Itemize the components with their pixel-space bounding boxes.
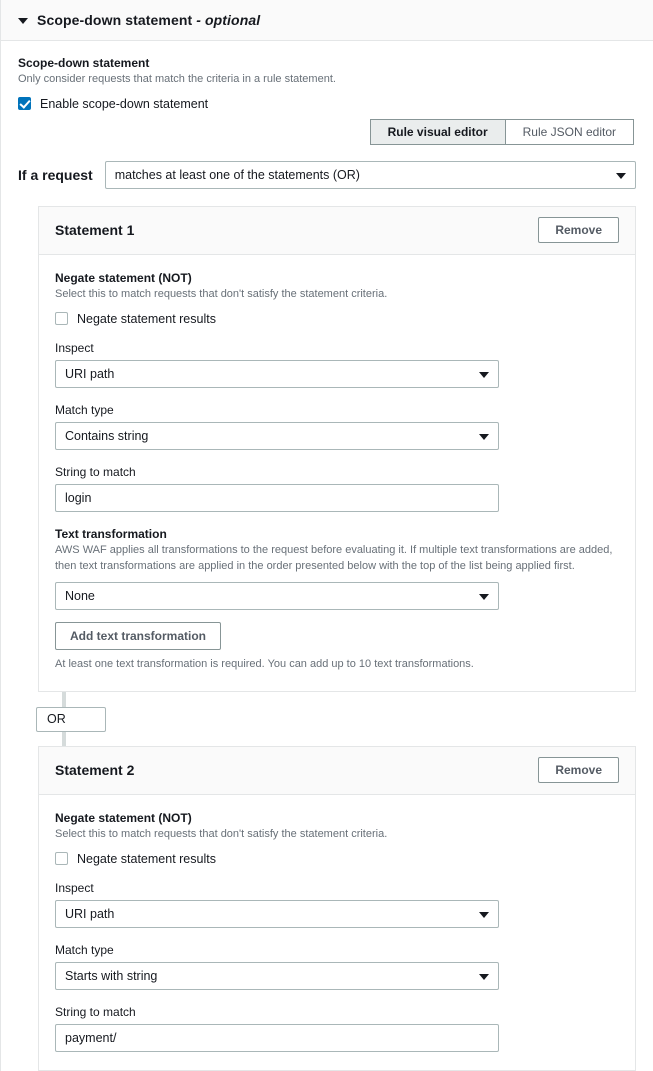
string-to-match-input-1[interactable]: login [55, 483, 499, 512]
statement-connector-or: OR [36, 691, 636, 747]
tab-rule-visual-editor[interactable]: Rule visual editor [369, 118, 506, 145]
negate-checkbox-label-2: Negate statement results [77, 851, 216, 866]
string-to-match-label-1: String to match [55, 464, 136, 479]
match-type-label-1: Match type [55, 402, 114, 417]
enable-scope-down-checkbox[interactable] [18, 97, 31, 111]
negate-description-1: Select this to match requests that don't… [55, 287, 388, 300]
chevron-down-icon [479, 973, 489, 980]
inspect-select-1[interactable]: URI path [55, 359, 499, 388]
negate-statement-checkbox-1[interactable] [55, 312, 68, 326]
string-to-match-group-2: String to match payment/ [55, 1005, 619, 1052]
statement-1-card-inner: Statement 1 Remove Negate statement (NOT… [38, 205, 636, 692]
inspect-select-2[interactable]: URI path [55, 899, 499, 928]
match-type-label-2: Match type [55, 942, 114, 957]
match-type-select-2[interactable]: Starts with string [55, 961, 499, 990]
statement-card-2: Statement 2 Remove Negate statement (NOT… [18, 745, 636, 1071]
negate-group-2: Negate statement (NOT) Select this to ma… [55, 811, 619, 866]
match-type-group-2: Match type Starts with string [55, 943, 619, 990]
chevron-down-icon[interactable] [18, 17, 28, 24]
chevron-down-icon [479, 593, 489, 600]
statement-2-card-inner: Statement 2 Remove Negate statement (NOT… [38, 745, 636, 1071]
enable-scope-down-label: Enable scope-down statement [40, 96, 209, 111]
inspect-label-1: Inspect [55, 340, 94, 355]
remove-statement-1-button[interactable]: Remove [538, 217, 619, 244]
negate-checkbox-row-2[interactable]: Negate statement results [55, 852, 619, 866]
section-title-text: Scope-down statement [37, 12, 193, 28]
text-transformation-group-1: Text transformation AWS WAF applies all … [55, 527, 619, 673]
tab-rule-json-editor[interactable]: Rule JSON editor [505, 118, 634, 145]
section-header[interactable]: Scope-down statement - optional [1, 0, 653, 41]
remove-statement-2-button[interactable]: Remove [538, 757, 619, 784]
match-type-group-1: Match type Contains string [55, 403, 619, 450]
chevron-down-icon [479, 371, 489, 378]
negate-statement-checkbox-2[interactable] [55, 852, 68, 866]
add-text-transformation-button[interactable]: Add text transformation [55, 621, 222, 650]
string-to-match-group-1: String to match login [55, 465, 619, 512]
or-operator-badge[interactable]: OR [36, 706, 106, 732]
inspect-group-1: Inspect URI path [55, 341, 619, 388]
text-transformation-select-1[interactable]: None [55, 581, 499, 610]
match-type-select-1[interactable]: Contains string [55, 421, 499, 450]
statement-2-body: Negate statement (NOT) Select this to ma… [39, 795, 635, 1070]
negate-label-1: Negate statement (NOT) [55, 270, 192, 285]
scope-down-field: Scope-down statement Only consider reque… [18, 56, 636, 111]
string-to-match-label-2: String to match [55, 1004, 136, 1019]
inspect-value-1: URI path [65, 366, 115, 381]
if-a-request-select[interactable]: matches at least one of the statements (… [104, 160, 636, 189]
text-transformation-footnote-1: At least one text transformation is requ… [55, 657, 474, 670]
inspect-value-2: URI path [65, 906, 115, 921]
inspect-group-2: Inspect URI path [55, 881, 619, 928]
statement-2-title: Statement 2 [55, 762, 135, 779]
statement-card-1: Statement 1 Remove Negate statement (NOT… [18, 205, 636, 692]
panel-body: Scope-down statement Only consider reque… [1, 41, 653, 1071]
statement-2-header: Statement 2 Remove [39, 746, 635, 795]
chevron-down-icon [616, 172, 626, 179]
scope-down-label: Scope-down statement [18, 56, 150, 70]
scope-down-statement-panel: Scope-down statement - optional Scope-do… [0, 0, 653, 1071]
if-a-request-row: If a request matches at least one of the… [18, 160, 636, 189]
chevron-down-icon [479, 433, 489, 440]
match-type-value-2: Starts with string [65, 968, 158, 983]
negate-description-2: Select this to match requests that don't… [55, 827, 388, 840]
statement-1-header: Statement 1 Remove [39, 206, 635, 255]
negate-checkbox-row-1[interactable]: Negate statement results [55, 312, 619, 326]
negate-label-2: Negate statement (NOT) [55, 810, 192, 825]
string-to-match-input-2[interactable]: payment/ [55, 1023, 499, 1052]
scope-down-description: Only consider requests that match the cr… [18, 73, 336, 85]
editor-mode-toggle[interactable]: Rule visual editor Rule JSON editor [18, 118, 634, 145]
if-a-request-label: If a request [18, 166, 93, 183]
negate-group-1: Negate statement (NOT) Select this to ma… [55, 271, 619, 326]
statement-1-title: Statement 1 [55, 222, 135, 239]
enable-scope-down-checkbox-row[interactable]: Enable scope-down statement [18, 97, 636, 111]
section-title-optional: - optional [192, 12, 261, 28]
match-type-value-1: Contains string [65, 428, 149, 443]
negate-checkbox-label-1: Negate statement results [77, 311, 216, 326]
text-transformation-label-1: Text transformation [55, 526, 167, 541]
statement-1-body: Negate statement (NOT) Select this to ma… [39, 255, 635, 691]
if-a-request-value: matches at least one of the statements (… [114, 167, 360, 182]
chevron-down-icon [479, 911, 489, 918]
text-transformation-description-1: AWS WAF applies all transformations to t… [55, 543, 613, 572]
text-transformation-value-1: None [65, 588, 95, 603]
page-title: Scope-down statement - optional [37, 12, 260, 28]
inspect-label-2: Inspect [55, 880, 94, 895]
